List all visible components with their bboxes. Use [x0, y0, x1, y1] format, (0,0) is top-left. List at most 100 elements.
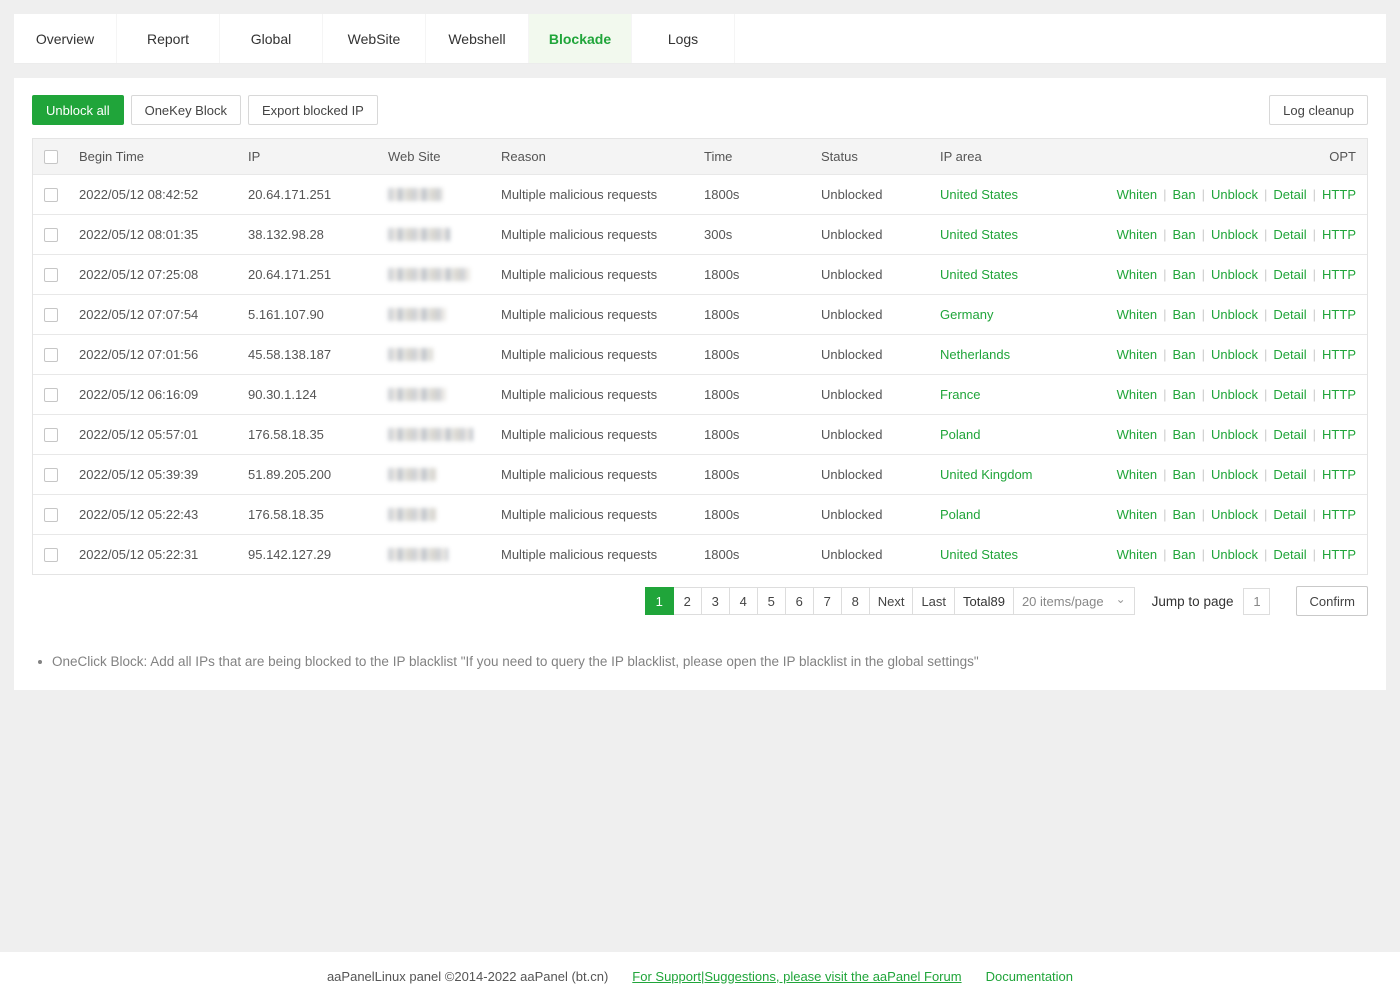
whiten-action-link[interactable]: Whiten	[1117, 307, 1157, 322]
page-button-6[interactable]: 6	[785, 587, 814, 615]
ban-action-link[interactable]: Ban	[1173, 507, 1196, 522]
unblock-action-link[interactable]: Unblock	[1211, 507, 1258, 522]
whiten-action-link[interactable]: Whiten	[1117, 427, 1157, 442]
http-action-link[interactable]: HTTP	[1322, 227, 1356, 242]
whiten-action-link[interactable]: Whiten	[1117, 227, 1157, 242]
tab-blockade[interactable]: Blockade	[529, 14, 632, 63]
footer-support-link[interactable]: For Support|Suggestions, please visit th…	[632, 969, 961, 984]
ip-area-link[interactable]: United States	[940, 187, 1018, 202]
ban-action-link[interactable]: Ban	[1173, 387, 1196, 402]
whiten-action-link[interactable]: Whiten	[1117, 187, 1157, 202]
ban-action-link[interactable]: Ban	[1173, 307, 1196, 322]
http-action-link[interactable]: HTTP	[1322, 547, 1356, 562]
whiten-action-link[interactable]: Whiten	[1117, 547, 1157, 562]
row-checkbox[interactable]	[44, 548, 58, 562]
tab-report[interactable]: Report	[117, 14, 220, 63]
http-action-link[interactable]: HTTP	[1322, 387, 1356, 402]
ip-area-link[interactable]: Germany	[940, 307, 993, 322]
unblock-action-link[interactable]: Unblock	[1211, 547, 1258, 562]
action-separator: |	[1157, 387, 1172, 402]
ip-area-link[interactable]: Poland	[940, 507, 980, 522]
page-button-2[interactable]: 2	[673, 587, 702, 615]
detail-action-link[interactable]: Detail	[1273, 387, 1306, 402]
row-checkbox[interactable]	[44, 468, 58, 482]
page-button-3[interactable]: 3	[701, 587, 730, 615]
unblock-all-button[interactable]: Unblock all	[32, 95, 124, 125]
page-button-5[interactable]: 5	[757, 587, 786, 615]
ban-action-link[interactable]: Ban	[1173, 347, 1196, 362]
ip-area-link[interactable]: Poland	[940, 427, 980, 442]
detail-action-link[interactable]: Detail	[1273, 187, 1306, 202]
http-action-link[interactable]: HTTP	[1322, 187, 1356, 202]
http-action-link[interactable]: HTTP	[1322, 347, 1356, 362]
page-button-8[interactable]: 8	[841, 587, 870, 615]
detail-action-link[interactable]: Detail	[1273, 467, 1306, 482]
ip-area-link[interactable]: United States	[940, 547, 1018, 562]
whiten-action-link[interactable]: Whiten	[1117, 387, 1157, 402]
ip-area-link[interactable]: United States	[940, 227, 1018, 242]
items-per-page-select[interactable]: 20 items/page⌄	[1013, 587, 1135, 615]
detail-action-link[interactable]: Detail	[1273, 507, 1306, 522]
ip-area-link[interactable]: United Kingdom	[940, 467, 1033, 482]
page-button-1[interactable]: 1	[645, 587, 674, 615]
row-checkbox[interactable]	[44, 348, 58, 362]
tab-global[interactable]: Global	[220, 14, 323, 63]
ban-action-link[interactable]: Ban	[1173, 547, 1196, 562]
detail-action-link[interactable]: Detail	[1273, 347, 1306, 362]
detail-action-link[interactable]: Detail	[1273, 267, 1306, 282]
onekey-block-button[interactable]: OneKey Block	[131, 95, 241, 125]
log-cleanup-button[interactable]: Log cleanup	[1269, 95, 1368, 125]
http-action-link[interactable]: HTTP	[1322, 307, 1356, 322]
page-button-4[interactable]: 4	[729, 587, 758, 615]
row-checkbox[interactable]	[44, 268, 58, 282]
tab-overview[interactable]: Overview	[14, 14, 117, 63]
ban-action-link[interactable]: Ban	[1173, 227, 1196, 242]
tab-website[interactable]: WebSite	[323, 14, 426, 63]
http-action-link[interactable]: HTTP	[1322, 267, 1356, 282]
row-checkbox[interactable]	[44, 308, 58, 322]
ban-action-link[interactable]: Ban	[1173, 187, 1196, 202]
unblock-action-link[interactable]: Unblock	[1211, 427, 1258, 442]
select-all-checkbox[interactable]	[44, 150, 58, 164]
export-blocked-ip-button[interactable]: Export blocked IP	[248, 95, 378, 125]
unblock-action-link[interactable]: Unblock	[1211, 307, 1258, 322]
ip-area-link[interactable]: France	[940, 387, 980, 402]
unblock-action-link[interactable]: Unblock	[1211, 227, 1258, 242]
ip-area-link[interactable]: United States	[940, 267, 1018, 282]
detail-action-link[interactable]: Detail	[1273, 307, 1306, 322]
ip-area-link[interactable]: Netherlands	[940, 347, 1010, 362]
ban-action-link[interactable]: Ban	[1173, 427, 1196, 442]
jump-to-page-input[interactable]	[1243, 588, 1270, 615]
cell-begin-time: 2022/05/12 07:07:54	[69, 307, 238, 322]
whiten-action-link[interactable]: Whiten	[1117, 467, 1157, 482]
whiten-action-link[interactable]: Whiten	[1117, 267, 1157, 282]
action-separator: |	[1258, 387, 1273, 402]
http-action-link[interactable]: HTTP	[1322, 507, 1356, 522]
http-action-link[interactable]: HTTP	[1322, 427, 1356, 442]
detail-action-link[interactable]: Detail	[1273, 227, 1306, 242]
http-action-link[interactable]: HTTP	[1322, 467, 1356, 482]
confirm-button[interactable]: Confirm	[1296, 586, 1368, 616]
ban-action-link[interactable]: Ban	[1173, 267, 1196, 282]
unblock-action-link[interactable]: Unblock	[1211, 267, 1258, 282]
row-checkbox[interactable]	[44, 508, 58, 522]
unblock-action-link[interactable]: Unblock	[1211, 387, 1258, 402]
unblock-action-link[interactable]: Unblock	[1211, 467, 1258, 482]
row-checkbox[interactable]	[44, 228, 58, 242]
last-page-button[interactable]: Last	[912, 587, 955, 615]
tab-logs[interactable]: Logs	[632, 14, 735, 63]
row-checkbox[interactable]	[44, 188, 58, 202]
unblock-action-link[interactable]: Unblock	[1211, 347, 1258, 362]
detail-action-link[interactable]: Detail	[1273, 427, 1306, 442]
next-page-button[interactable]: Next	[869, 587, 914, 615]
ban-action-link[interactable]: Ban	[1173, 467, 1196, 482]
unblock-action-link[interactable]: Unblock	[1211, 187, 1258, 202]
tab-webshell[interactable]: Webshell	[426, 14, 529, 63]
footer-documentation-link[interactable]: Documentation	[986, 969, 1073, 984]
whiten-action-link[interactable]: Whiten	[1117, 347, 1157, 362]
page-button-7[interactable]: 7	[813, 587, 842, 615]
row-checkbox[interactable]	[44, 388, 58, 402]
detail-action-link[interactable]: Detail	[1273, 547, 1306, 562]
row-checkbox[interactable]	[44, 428, 58, 442]
whiten-action-link[interactable]: Whiten	[1117, 507, 1157, 522]
